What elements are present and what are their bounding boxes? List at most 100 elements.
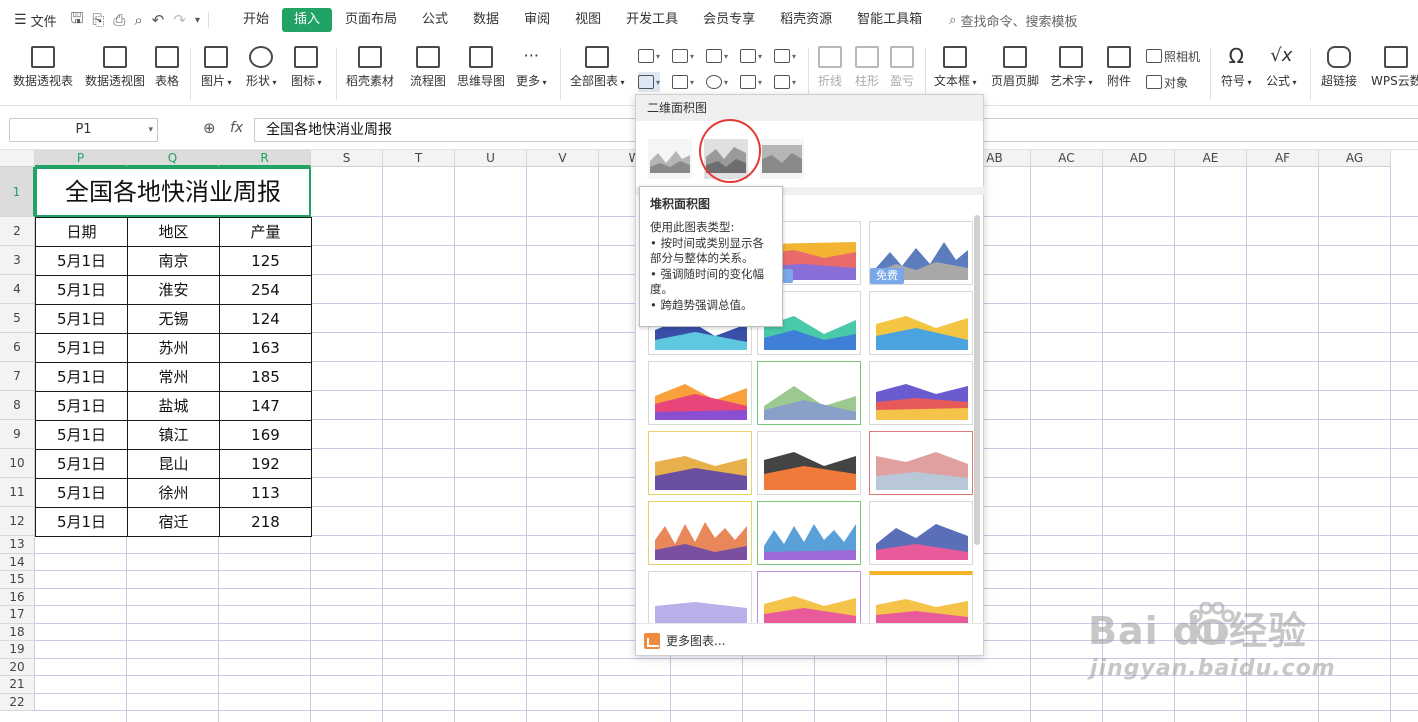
sparkline-winloss-button[interactable]: 盈亏 bbox=[890, 46, 914, 89]
column-header[interactable]: S bbox=[311, 150, 383, 167]
row-header[interactable]: 14 bbox=[0, 553, 35, 571]
wordart-button[interactable]: 艺术字 ▾ bbox=[1050, 46, 1093, 89]
column-header[interactable]: T bbox=[383, 150, 455, 167]
picture-button[interactable]: 图片 ▾ bbox=[201, 46, 232, 89]
flowchart-button[interactable]: 流程图 bbox=[410, 46, 446, 89]
row-header[interactable]: 13 bbox=[0, 536, 35, 554]
table-cell[interactable]: 5月1日 bbox=[35, 333, 128, 363]
area-chart-dropdown[interactable]: ▾ bbox=[638, 72, 661, 92]
command-search[interactable]: ⌕ 查找命令、搜索模板 bbox=[949, 11, 1077, 30]
column-header[interactable]: AC bbox=[1031, 150, 1103, 167]
table-cell[interactable]: 无锡 bbox=[127, 304, 220, 334]
row-header[interactable]: 11 bbox=[0, 478, 35, 507]
wps-cloud-button[interactable]: WPS云数 bbox=[1371, 46, 1418, 89]
table-header-cell[interactable]: 日期 bbox=[35, 217, 128, 247]
tab-home[interactable]: 开始 bbox=[231, 8, 281, 32]
template-thumbnail[interactable] bbox=[757, 571, 861, 623]
row-header[interactable]: 6 bbox=[0, 333, 35, 362]
pie-chart-dropdown[interactable]: ▾ bbox=[706, 72, 728, 92]
tab-page-layout[interactable]: 页面布局 bbox=[333, 8, 409, 32]
area-chart-option[interactable] bbox=[648, 139, 692, 179]
title-cell[interactable]: 全国各地快消业周报 bbox=[35, 167, 311, 217]
row-header[interactable]: 2 bbox=[0, 217, 35, 246]
export-icon[interactable]: ⎘ bbox=[92, 11, 104, 29]
row-header[interactable]: 22 bbox=[0, 693, 35, 711]
row-header[interactable]: 5 bbox=[0, 304, 35, 333]
table-cell[interactable]: 盐城 bbox=[127, 391, 220, 421]
template-thumbnail[interactable] bbox=[757, 431, 861, 495]
template-thumbnail[interactable] bbox=[869, 431, 973, 495]
table-button[interactable]: 表格 bbox=[155, 46, 179, 89]
textbox-button[interactable]: 文本框 ▾ bbox=[934, 46, 977, 89]
row-header[interactable]: 18 bbox=[0, 623, 35, 641]
row-header[interactable]: 21 bbox=[0, 676, 35, 694]
stock-chart-dropdown[interactable]: ▾ bbox=[774, 46, 796, 66]
column-header[interactable]: AF bbox=[1247, 150, 1319, 167]
row-header[interactable]: 8 bbox=[0, 391, 35, 420]
table-cell[interactable]: 5月1日 bbox=[35, 362, 128, 392]
print-icon[interactable]: ⎙ bbox=[113, 11, 125, 29]
table-cell[interactable]: 徐州 bbox=[127, 478, 220, 508]
row-header[interactable]: 10 bbox=[0, 449, 35, 478]
column-header[interactable]: AG bbox=[1319, 150, 1391, 167]
template-thumbnail[interactable] bbox=[757, 361, 861, 425]
print-preview-icon[interactable]: ⌕ bbox=[134, 11, 142, 29]
table-cell[interactable]: 常州 bbox=[127, 362, 220, 392]
file-menu-button[interactable]: ☰ 文件 bbox=[14, 11, 57, 30]
tab-docer-resources[interactable]: 稻壳资源 bbox=[768, 8, 844, 32]
table-cell[interactable]: 5月1日 bbox=[35, 246, 128, 276]
tab-smart-toolbox[interactable]: 智能工具箱 bbox=[845, 8, 934, 32]
name-box[interactable]: P1 ▾ bbox=[9, 118, 158, 142]
template-thumbnail[interactable] bbox=[869, 361, 973, 425]
table-cell[interactable]: 254 bbox=[219, 275, 312, 305]
tab-formulas[interactable]: 公式 bbox=[410, 8, 460, 32]
tab-insert[interactable]: 插入 bbox=[282, 8, 333, 32]
table-cell[interactable]: 218 bbox=[219, 507, 312, 537]
docer-assets-button[interactable]: 稻壳素材 bbox=[346, 46, 394, 89]
pivot-table-button[interactable]: 数据透视表 bbox=[13, 46, 73, 89]
chevron-down-icon[interactable]: ▾ bbox=[148, 119, 153, 141]
mindmap-button[interactable]: 思维导图 bbox=[457, 46, 505, 89]
sparkline-line-button[interactable]: 折线 bbox=[818, 46, 842, 89]
template-thumbnail[interactable] bbox=[648, 571, 752, 623]
more-button[interactable]: ··· 更多 ▾ bbox=[516, 46, 547, 89]
table-cell[interactable]: 昆山 bbox=[127, 449, 220, 479]
table-header-cell[interactable]: 产量 bbox=[219, 217, 312, 247]
table-cell[interactable]: 5月1日 bbox=[35, 478, 128, 508]
row-header[interactable]: 17 bbox=[0, 606, 35, 624]
column-header[interactable]: R bbox=[219, 150, 311, 167]
table-cell[interactable]: 124 bbox=[219, 304, 312, 334]
table-cell[interactable]: 169 bbox=[219, 420, 312, 450]
column-header[interactable]: AD bbox=[1103, 150, 1175, 167]
row-header[interactable]: 4 bbox=[0, 275, 35, 304]
template-thumbnail[interactable] bbox=[648, 431, 752, 495]
tab-member[interactable]: 会员专享 bbox=[691, 8, 767, 32]
table-cell[interactable]: 5月1日 bbox=[35, 304, 128, 334]
scatter-chart-dropdown[interactable]: ▾ bbox=[740, 72, 762, 92]
table-cell[interactable]: 163 bbox=[219, 333, 312, 363]
more-charts-link[interactable]: 更多图表... bbox=[636, 623, 985, 657]
template-thumbnail[interactable] bbox=[648, 361, 752, 425]
attachment-button[interactable]: 附件 bbox=[1107, 46, 1131, 89]
table-cell[interactable]: 宿迁 bbox=[127, 507, 220, 537]
table-cell[interactable]: 5月1日 bbox=[35, 449, 128, 479]
table-cell[interactable]: 5月1日 bbox=[35, 420, 128, 450]
row-header[interactable]: 7 bbox=[0, 362, 35, 391]
redo-icon[interactable]: ↷ bbox=[173, 11, 186, 29]
template-thumbnail[interactable] bbox=[869, 291, 973, 355]
template-thumbnail[interactable] bbox=[648, 501, 752, 565]
table-cell[interactable]: 5月1日 bbox=[35, 507, 128, 537]
table-cell[interactable]: 192 bbox=[219, 449, 312, 479]
line-chart-dropdown[interactable]: ▾ bbox=[706, 46, 728, 66]
tab-developer[interactable]: 开发工具 bbox=[614, 8, 690, 32]
table-cell[interactable]: 5月1日 bbox=[35, 391, 128, 421]
tab-data[interactable]: 数据 bbox=[461, 8, 511, 32]
sparkline-column-button[interactable]: 柱形 bbox=[855, 46, 879, 89]
chevron-down-icon[interactable]: ▾ bbox=[195, 15, 200, 26]
all-charts-button[interactable]: 全部图表 ▾ bbox=[570, 46, 625, 89]
table-cell[interactable]: 镇江 bbox=[127, 420, 220, 450]
template-thumbnail[interactable] bbox=[869, 501, 973, 565]
header-footer-button[interactable]: 页眉页脚 bbox=[991, 46, 1039, 89]
percent-stacked-area-chart-option[interactable] bbox=[760, 139, 804, 179]
function-icon[interactable]: fx bbox=[230, 120, 243, 136]
